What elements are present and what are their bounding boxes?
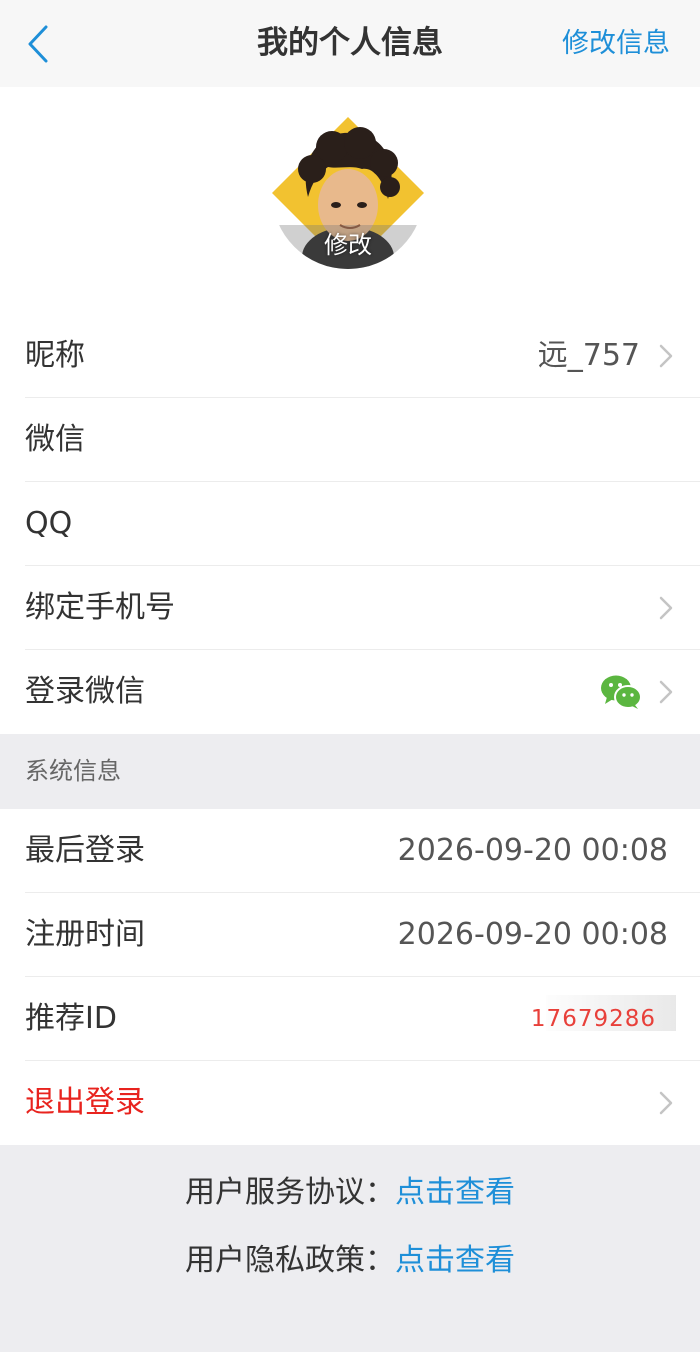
service-agreement-label: 用户服务协议： (185, 1175, 395, 1210)
system-info-header: 系统信息 (0, 734, 700, 809)
service-agreement-link[interactable]: 点击查看 (395, 1175, 515, 1210)
section-title: 系统信息 (25, 757, 121, 785)
privacy-policy-link[interactable]: 点击查看 (395, 1243, 515, 1278)
logout-row[interactable]: 退出登录 (0, 1061, 700, 1145)
register-time-label: 注册时间 (25, 917, 145, 952)
last-login-row: 最后登录 2026-09-20 00:08 (0, 809, 700, 893)
nickname-value: 远_757 (537, 338, 640, 373)
register-time-row: 注册时间 2026-09-20 00:08 (0, 893, 700, 977)
chevron-right-icon (659, 596, 673, 620)
wechat-label: 微信 (25, 422, 85, 457)
privacy-policy-line: 用户隐私政策：点击查看 (0, 1235, 700, 1279)
back-button[interactable] (16, 18, 60, 70)
chevron-right-icon (659, 680, 673, 704)
referral-id-label: 推荐ID (25, 1001, 117, 1036)
login-wechat-row[interactable]: 登录微信 (0, 650, 700, 734)
login-wechat-label: 登录微信 (25, 674, 145, 709)
chevron-right-icon (659, 1091, 673, 1115)
avatar-section: 修改 (0, 87, 700, 314)
chevron-right-icon (659, 344, 673, 368)
last-login-label: 最后登录 (25, 833, 145, 868)
nickname-row[interactable]: 昵称 远_757 (0, 314, 700, 398)
last-login-value: 2026-09-20 00:08 (397, 833, 668, 868)
referral-id-row: 推荐ID 17679286 (0, 977, 700, 1061)
privacy-policy-label: 用户隐私政策： (185, 1243, 395, 1278)
wechat-icon (601, 675, 642, 709)
qq-row[interactable]: QQ (0, 482, 700, 566)
avatar[interactable]: 修改 (272, 117, 424, 269)
avatar-edit-label[interactable]: 修改 (272, 225, 424, 260)
nickname-label: 昵称 (25, 338, 85, 373)
navigation-bar: 我的个人信息 修改信息 (0, 0, 700, 87)
footer: 用户服务协议：点击查看 用户隐私政策：点击查看 (0, 1145, 700, 1352)
wechat-row[interactable]: 微信 (0, 398, 700, 482)
qq-label: QQ (25, 506, 73, 541)
service-agreement-line: 用户服务协议：点击查看 (0, 1167, 700, 1211)
logout-label: 退出登录 (25, 1085, 145, 1120)
edit-info-button[interactable]: 修改信息 (562, 0, 670, 87)
bind-phone-row[interactable]: 绑定手机号 (0, 566, 700, 650)
chevron-left-icon (28, 25, 48, 63)
bind-phone-label: 绑定手机号 (25, 590, 175, 625)
register-time-value: 2026-09-20 00:08 (397, 917, 668, 952)
referral-id-value: 17679286 (530, 1006, 656, 1032)
